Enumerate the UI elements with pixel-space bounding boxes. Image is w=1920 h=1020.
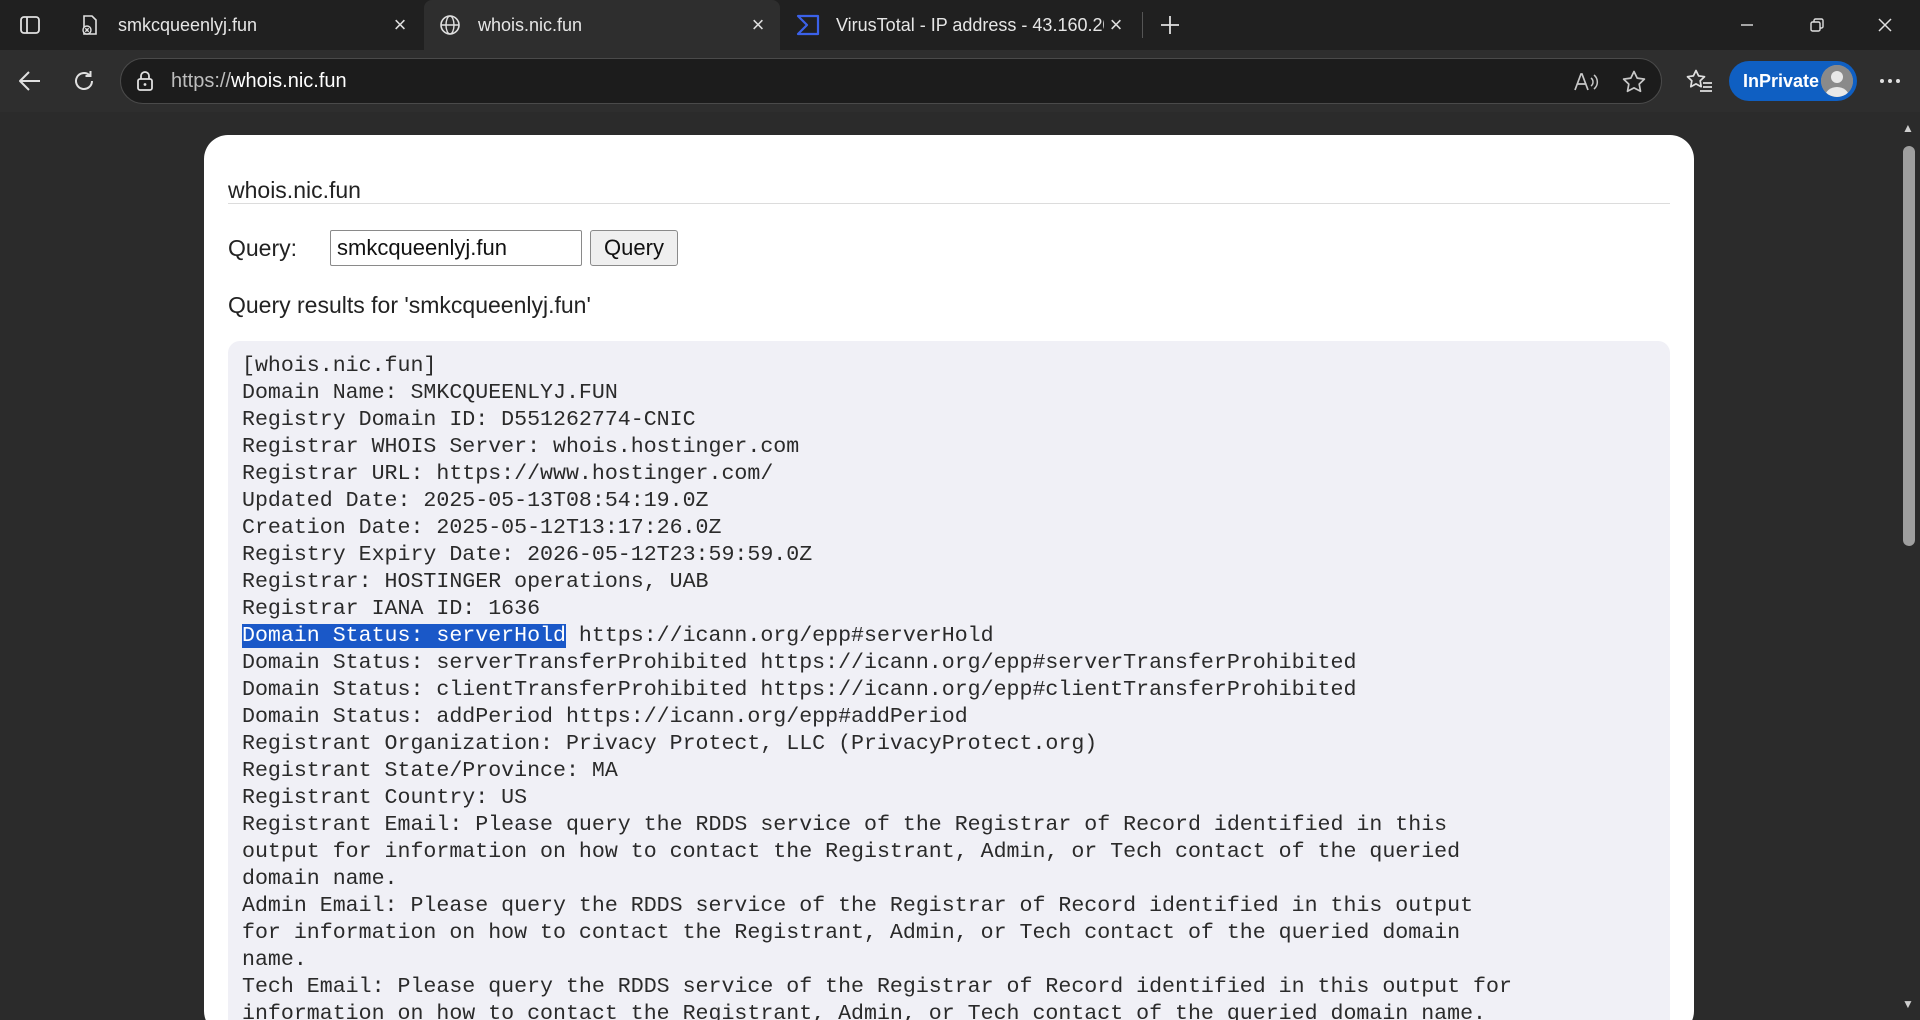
tab-title: smkcqueenlyj.fun (118, 14, 258, 35)
plus-icon (1161, 16, 1179, 34)
query-input[interactable] (330, 230, 582, 266)
url-text: https://whois.nic.fun (171, 70, 347, 93)
tab-strip: smkcqueenlyj.fun × whois.nic.fun × Virus… (0, 0, 1920, 50)
back-arrow-icon (19, 71, 40, 91)
tab-title: VirusTotal - IP address - 43.160.20 (836, 14, 1104, 35)
url-scheme: https:// (171, 70, 232, 92)
site-title: whois.nic.fun (228, 177, 361, 203)
inprivate-label: InPrivate (1743, 70, 1820, 91)
results-text-before: [whois.nic.fun] Domain Name: SMKCQUEENLY… (242, 354, 813, 621)
close-tab-icon[interactable]: × (388, 12, 412, 37)
results-text-after: https://icann.org/epp#serverHold Domain … (242, 624, 1512, 1020)
url-host: whois.nic.fun (231, 70, 347, 92)
tab-separator (1142, 12, 1143, 38)
close-icon (1878, 18, 1892, 32)
tab-whois-nic-fun[interactable]: whois.nic.fun × (424, 0, 780, 50)
close-tab-icon[interactable]: × (1104, 12, 1128, 37)
scroll-up-arrow-icon[interactable]: ▲ (1896, 118, 1920, 138)
query-label: Query: (228, 235, 298, 261)
vertical-scrollbar[interactable]: ▲ ▼ (1896, 112, 1920, 1020)
favorite-star-icon[interactable] (1621, 69, 1647, 95)
favorites-button[interactable] (1680, 61, 1720, 101)
results-heading: Query results for 'smkcqueenlyj.fun' (228, 292, 591, 318)
tab-smkcqueenlyj[interactable]: smkcqueenlyj.fun × (64, 0, 422, 50)
whois-results-text: [whois.nic.fun] Domain Name: SMKCQUEENLY… (242, 353, 1656, 1020)
browser-toolbar: https://whois.nic.fun InPrivate (0, 50, 1920, 112)
read-aloud-icon[interactable] (1573, 69, 1599, 95)
avatar (1821, 65, 1853, 97)
back-button[interactable] (10, 61, 50, 101)
favorites-list-icon (1686, 69, 1712, 92)
tab-title: whois.nic.fun (478, 14, 583, 35)
address-bar[interactable]: https://whois.nic.fun (120, 58, 1662, 104)
query-button[interactable]: Query (590, 230, 678, 266)
restore-icon (1810, 18, 1824, 32)
more-icon (1880, 79, 1900, 83)
tab-virustotal[interactable]: VirusTotal - IP address - 43.160.20 × (782, 0, 1138, 50)
tab-actions-icon (20, 16, 40, 34)
selected-text: Domain Status: serverHold (242, 624, 566, 648)
tab-actions-button[interactable] (12, 9, 48, 41)
new-tab-button[interactable] (1152, 9, 1188, 41)
minimize-icon (1741, 24, 1753, 26)
globe-icon (438, 13, 462, 37)
virustotal-icon (796, 13, 820, 37)
scrollbar-thumb[interactable] (1903, 146, 1915, 546)
minimize-button[interactable] (1718, 0, 1776, 50)
title-divider (228, 203, 1670, 204)
inprivate-profile-button[interactable]: InPrivate (1729, 61, 1857, 101)
refresh-icon (75, 71, 93, 90)
close-window-button[interactable] (1856, 0, 1914, 50)
lock-icon[interactable] (133, 69, 157, 93)
scroll-down-arrow-icon[interactable]: ▼ (1896, 994, 1920, 1014)
whois-card: whois.nic.fun Query: Query Query results… (204, 135, 1694, 1020)
restore-button[interactable] (1788, 0, 1846, 50)
whois-results: [whois.nic.fun] Domain Name: SMKCQUEENLY… (228, 341, 1670, 1020)
page-viewport: whois.nic.fun Query: Query Query results… (0, 112, 1920, 1020)
refresh-button[interactable] (64, 61, 104, 101)
close-tab-icon[interactable]: × (746, 12, 770, 37)
settings-and-more-button[interactable] (1870, 61, 1910, 101)
blocked-page-icon (78, 13, 102, 37)
